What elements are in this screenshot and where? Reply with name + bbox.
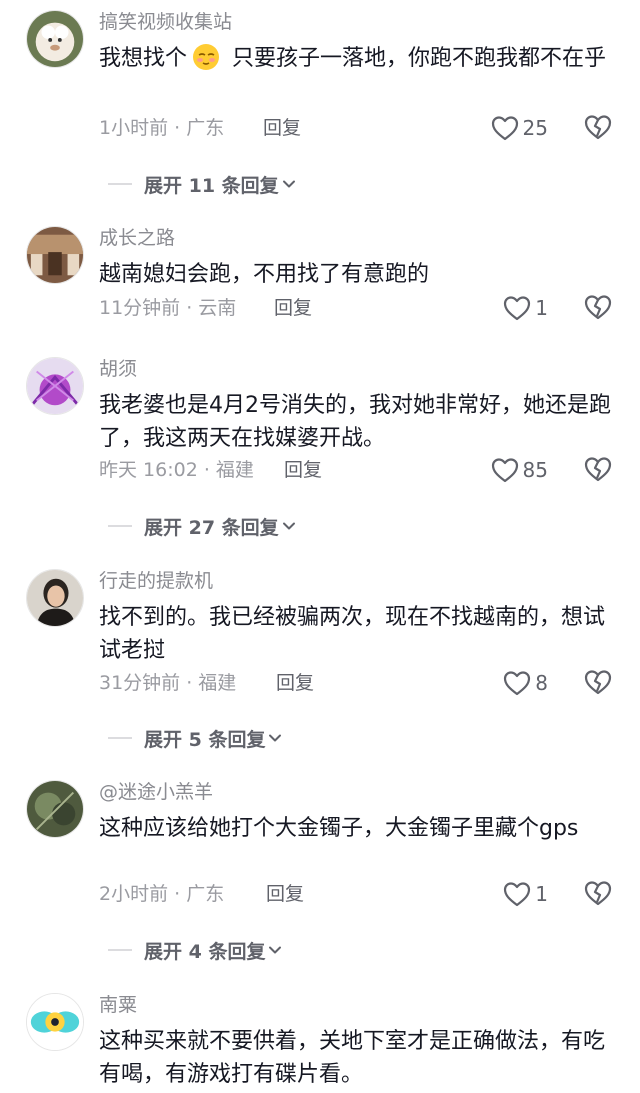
shy-face-emoji	[193, 44, 220, 70]
like-count: 85	[522, 458, 548, 482]
timestamp: 11分钟前 · 云南	[99, 297, 237, 319]
broken-heart-icon	[584, 670, 612, 695]
chevron-down-icon	[282, 522, 295, 530]
reply-button[interactable]: 回复	[276, 668, 314, 698]
comment-text-part: 我想找个	[99, 46, 188, 71]
divider-line	[108, 737, 132, 739]
reply-button[interactable]: 回复	[284, 455, 322, 485]
dislike-button[interactable]	[584, 113, 614, 143]
avatar[interactable]	[26, 569, 84, 627]
username[interactable]: 行走的提款机	[99, 569, 213, 593]
comment-item: @迷途小羔羊 这种应该给她打个大金镯子，大金镯子里藏个gps 2小时前 · 广东…	[0, 780, 640, 920]
divider-line	[108, 183, 132, 185]
avatar[interactable]	[26, 226, 84, 284]
like-count: 8	[535, 671, 548, 695]
comment-meta: 2小时前 · 广东	[99, 879, 224, 909]
heart-outline-icon	[504, 671, 531, 696]
comment-item: 搞笑视频收集站 我想找个 只要孩子一落地，你跑不跑我都不在乎 1小时前 · 广东…	[0, 10, 640, 170]
comment-item: 行走的提款机 找不到的。我已经被骗两次，现在不找越南的，想试试老挝 31分钟前 …	[0, 569, 640, 709]
comment-text: 这种买来就不要供着，关地下室才是正确做法，有吃有喝，有游戏打有碟片看。	[99, 1029, 606, 1087]
reply-button[interactable]: 回复	[274, 293, 312, 323]
heart-outline-icon	[491, 116, 518, 141]
timestamp: 1小时前 · 广东	[99, 117, 225, 139]
divider-line	[108, 525, 132, 527]
comment-meta: 11分钟前 · 云南	[99, 293, 236, 323]
dislike-button[interactable]	[584, 668, 614, 698]
dislike-button[interactable]	[584, 455, 614, 485]
avatar[interactable]	[26, 10, 84, 68]
username[interactable]: @迷途小羔羊	[99, 780, 213, 804]
expand-replies-label: 展开 27 条回复	[144, 516, 279, 539]
chevron-down-icon	[269, 734, 282, 742]
comment-meta: 1小时前 · 广东	[99, 113, 224, 143]
dislike-button[interactable]	[584, 293, 614, 323]
chevron-down-icon	[269, 946, 282, 954]
timestamp: 2小时前 · 广东	[99, 883, 225, 905]
comment-item: 成长之路 越南媳妇会跑，不用找了有意跑的 11分钟前 · 云南 回复 1	[0, 226, 640, 336]
like-button[interactable]: 85	[491, 455, 548, 485]
avatar[interactable]	[26, 993, 84, 1051]
like-button[interactable]: 8	[503, 668, 548, 698]
username[interactable]: 胡须	[99, 357, 137, 381]
expand-replies-button[interactable]: 展开 5 条回复	[108, 723, 283, 753]
comment-meta: 31分钟前 · 福建	[99, 668, 236, 698]
broken-heart-icon	[584, 115, 612, 140]
heart-outline-icon	[504, 882, 531, 907]
heart-outline-icon	[491, 458, 518, 483]
like-count: 25	[522, 116, 548, 140]
expand-replies-label: 展开 11 条回复	[144, 174, 279, 197]
username[interactable]: 成长之路	[99, 226, 175, 250]
chevron-down-icon	[282, 180, 295, 188]
broken-heart-icon	[584, 881, 612, 906]
comment-item: 南粟 这种买来就不要供着，关地下室才是正确做法，有吃有喝，有游戏打有碟片看。	[0, 993, 640, 1093]
comment-text: 我老婆也是4月2号消失的，我对她非常好，她还是跑了，我这两天在找媒婆开战。	[99, 393, 611, 451]
username[interactable]: 搞笑视频收集站	[99, 10, 232, 34]
broken-heart-icon	[584, 295, 612, 320]
timestamp: 31分钟前 · 福建	[99, 672, 237, 694]
like-count: 1	[535, 296, 548, 320]
expand-replies-button[interactable]: 展开 27 条回复	[108, 511, 297, 541]
avatar[interactable]	[26, 357, 84, 415]
comment-item: 胡须 我老婆也是4月2号消失的，我对她非常好，她还是跑了，我这两天在找媒婆开战。…	[0, 357, 640, 507]
comment-text: 这种应该给她打个大金镯子，大金镯子里藏个gps	[99, 816, 579, 841]
reply-button[interactable]: 回复	[263, 113, 301, 143]
heart-outline-icon	[504, 296, 531, 321]
expand-replies-button[interactable]: 展开 11 条回复	[108, 169, 297, 199]
expand-replies-label: 展开 5 条回复	[144, 728, 266, 751]
comment-meta: 昨天 16:02 · 福建	[99, 455, 254, 485]
comment-text-part: 只要孩子一落地，你跑不跑我都不在乎	[225, 46, 607, 71]
expand-replies-button[interactable]: 展开 4 条回复	[108, 935, 283, 965]
username[interactable]: 南粟	[99, 993, 137, 1017]
like-count: 1	[535, 882, 548, 906]
divider-line	[108, 949, 132, 951]
avatar[interactable]	[26, 780, 84, 838]
expand-replies-label: 展开 4 条回复	[144, 940, 266, 963]
comment-text: 越南媳妇会跑，不用找了有意跑的	[99, 262, 430, 287]
like-button[interactable]: 1	[503, 293, 548, 323]
reply-button[interactable]: 回复	[266, 879, 304, 909]
broken-heart-icon	[584, 457, 612, 482]
timestamp: 昨天 16:02 · 福建	[99, 459, 254, 481]
dislike-button[interactable]	[584, 879, 614, 909]
comment-text: 我想找个 只要孩子一落地，你跑不跑我都不在乎	[99, 42, 619, 75]
like-button[interactable]: 25	[491, 113, 548, 143]
comment-text: 找不到的。我已经被骗两次，现在不找越南的，想试试老挝	[99, 605, 606, 663]
like-button[interactable]: 1	[503, 879, 548, 909]
